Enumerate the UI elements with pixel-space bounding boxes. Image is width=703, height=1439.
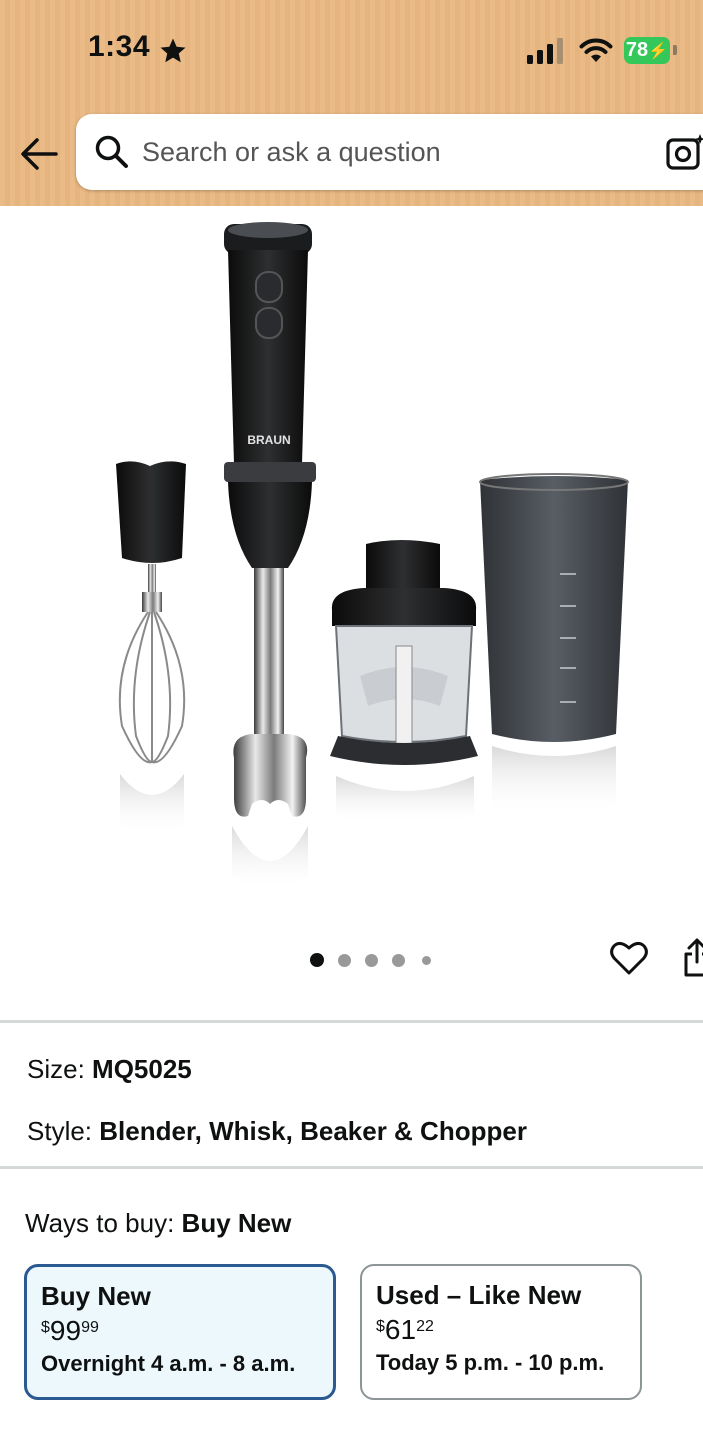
search-bar[interactable]	[76, 114, 703, 190]
price-whole: 61	[384, 1314, 417, 1345]
used-like-new-option[interactable]: Used – Like New $6122 Today 5 p.m. - 10 …	[360, 1264, 642, 1400]
wifi-icon	[579, 38, 613, 62]
search-input[interactable]	[142, 124, 642, 180]
size-value: MQ5025	[92, 1054, 192, 1084]
search-icon	[95, 135, 128, 168]
style-row[interactable]: Style: Blender, Whisk, Beaker & Chopper	[27, 1116, 527, 1147]
status-time: 1:34	[88, 30, 151, 63]
price-fraction: 99	[81, 1319, 99, 1336]
price-fraction: 22	[416, 1318, 434, 1335]
heart-icon[interactable]	[610, 940, 648, 976]
carousel-dot[interactable]	[338, 954, 351, 967]
share-icon[interactable]	[682, 938, 703, 978]
battery-tip	[673, 45, 677, 55]
price-whole: 99	[49, 1315, 82, 1346]
size-row[interactable]: Size: MQ5025	[27, 1054, 192, 1085]
product-image[interactable]: BRAUN	[0, 206, 703, 926]
section-divider	[0, 1166, 703, 1169]
charging-bolt-icon: ⚡	[648, 43, 669, 60]
camera-lens-icon[interactable]	[666, 132, 703, 172]
price-currency: $	[41, 1319, 50, 1336]
style-value: Blender, Whisk, Beaker & Chopper	[99, 1116, 527, 1146]
option-title: Used – Like New	[376, 1280, 582, 1310]
carousel-dot[interactable]	[422, 956, 431, 965]
cellular-signal-icon	[527, 38, 563, 64]
carousel-dot-active[interactable]	[310, 953, 324, 967]
option-delivery: Today 5 p.m. - 10 p.m.	[376, 1350, 605, 1375]
option-title: Buy New	[41, 1281, 151, 1311]
star-icon	[160, 38, 186, 63]
buy-new-option[interactable]: Buy New $9999 Overnight 4 a.m. - 8 a.m.	[24, 1264, 336, 1400]
option-price: $9999	[41, 1315, 319, 1349]
option-delivery: Overnight 4 a.m. - 8 a.m.	[41, 1351, 296, 1376]
carousel-dot[interactable]	[392, 954, 405, 967]
style-label: Style:	[27, 1116, 93, 1146]
svg-text:BRAUN: BRAUN	[247, 433, 290, 447]
battery-indicator: 78⚡	[624, 37, 670, 64]
carousel-dot[interactable]	[365, 954, 378, 967]
battery-level: 78	[625, 39, 649, 61]
ways-to-buy-heading: Ways to buy: Buy New	[25, 1208, 291, 1239]
price-currency: $	[376, 1318, 385, 1335]
back-arrow-icon[interactable]	[20, 136, 58, 172]
size-label: Size:	[27, 1054, 85, 1084]
option-price: $6122	[376, 1314, 626, 1348]
section-divider	[0, 1020, 703, 1023]
app-header: 1:34 78⚡	[0, 0, 703, 206]
ways-to-buy-label: Ways to buy:	[25, 1208, 175, 1238]
ways-to-buy-selected: Buy New	[181, 1208, 292, 1238]
